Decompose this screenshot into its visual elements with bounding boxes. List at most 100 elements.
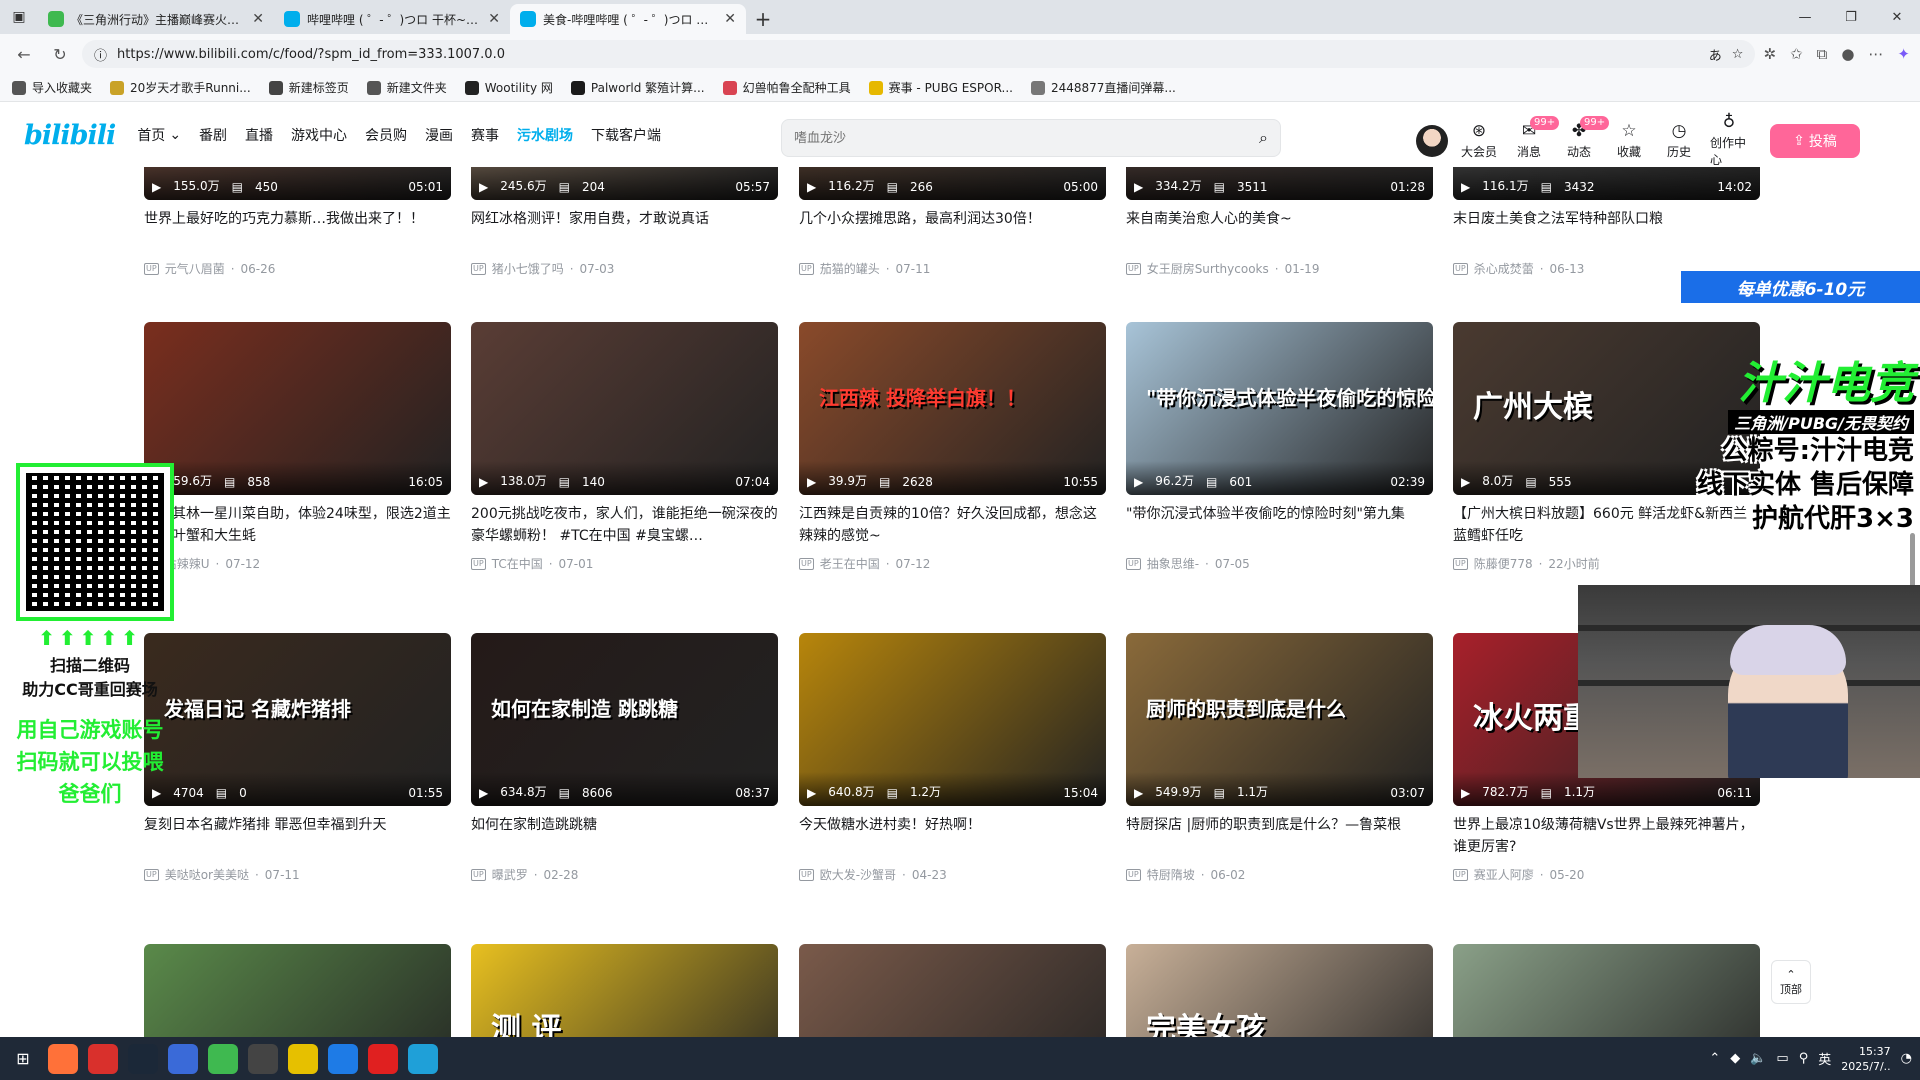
nav-item[interactable]: 污水剧场 <box>517 125 573 145</box>
uploader-name[interactable]: 猪小七饿了吗 <box>492 260 564 277</box>
video-card[interactable] <box>1453 944 1760 1037</box>
restore-icon[interactable]: ❐ <box>1828 0 1874 34</box>
bookmark-item[interactable]: 新建文件夹 <box>366 79 447 96</box>
video-thumbnail[interactable]: ▶ 155.0万 ▤ 450 05:01 <box>144 167 451 200</box>
video-thumbnail[interactable]: ▶ 245.6万 ▤ 204 05:57 <box>471 167 778 200</box>
uploader-name[interactable]: 杀心成焚蕾 <box>1474 260 1534 277</box>
read-aloud-icon[interactable]: あ <box>1709 45 1722 64</box>
video-thumbnail[interactable]: 发福日记 名藏炸猪排 ▶ 4704 ▤ 0 01:55 <box>144 633 451 806</box>
search-icon[interactable]: ⌕ <box>1259 128 1268 148</box>
video-card[interactable]: ▶ 116.1万 ▤ 3432 14:02 末日废土美食之法军特种部队口粮 UP 杀… <box>1453 167 1760 277</box>
uploader-name[interactable]: TC在中国 <box>492 555 543 572</box>
video-card[interactable]: 厨师的职责到底是什么 ▶ 549.9万 ▤ 1.1万 03:07 特厨探店 |厨师的… <box>1126 633 1433 883</box>
header-item-bulb[interactable]: ♁ 创作中心 <box>1710 113 1748 168</box>
tray-chevron-icon[interactable]: ⌃ <box>1709 1051 1720 1066</box>
browser-tab-1[interactable]: 哔哩哔哩 ( ゜- ゜)つロ 干杯~-bilibili ✕ <box>274 4 510 34</box>
bookmark-item[interactable]: 新建标签页 <box>268 79 349 96</box>
ime-indicator[interactable]: 英 <box>1818 1049 1831 1068</box>
video-thumbnail[interactable]: 厨师的职责到底是什么 ▶ 549.9万 ▤ 1.1万 03:07 <box>1126 633 1433 806</box>
url-field[interactable]: ⓘ https://www.bilibili.com/c/food/?spm_i… <box>82 40 1756 68</box>
video-card[interactable]: ▶59.6万 ▤858 16:05 元米其林一星川菜自助，体验24味型，限选2道… <box>144 322 451 572</box>
upload-button[interactable]: ⇪ 投稿 <box>1770 123 1860 158</box>
network-icon[interactable]: ▭ <box>1776 1051 1788 1066</box>
video-title[interactable]: 特厨探店 |厨师的职责到底是什么？—鲁菜根 <box>1126 814 1433 858</box>
video-thumbnail[interactable]: ▶ 640.8万 ▤ 1.2万 15:04 <box>799 633 1106 806</box>
bookmark-item[interactable]: 赛事 - PUBG ESPOR... <box>868 79 1013 96</box>
favorite-star-icon[interactable]: ☆ <box>1732 47 1744 62</box>
firefox-icon[interactable] <box>48 1043 78 1074</box>
video-card[interactable]: ▶ 138.0万 ▤ 140 07:04 200元挑战吃夜市，家人们，谁能拒绝一碗深… <box>471 322 778 572</box>
nav-item[interactable]: 赛事 <box>471 125 499 145</box>
header-item-history[interactable]: ◷ 历史 <box>1660 122 1698 160</box>
nav-item[interactable]: 漫画 <box>425 125 453 145</box>
video-title[interactable]: 江西辣是自贡辣的10倍？好久没回成都，想念这辣辣的感觉~ <box>799 503 1106 547</box>
bookmark-item[interactable]: 2448877直播间弹幕... <box>1030 79 1176 96</box>
edge-icon[interactable] <box>408 1043 438 1074</box>
video-title[interactable]: 末日废土美食之法军特种部队口粮 <box>1453 208 1760 252</box>
bookmark-item[interactable]: Wootility 网 <box>464 79 553 96</box>
mic-icon[interactable]: ⚲ <box>1799 1051 1809 1066</box>
video-thumbnail[interactable] <box>144 944 451 1037</box>
video-thumbnail[interactable]: "带你沉浸式体验半夜偷吃的惊险时刻" ▶ 96.2万 ▤ 601 02:39 <box>1126 322 1433 495</box>
nav-item[interactable]: 会员购 <box>365 125 407 145</box>
video-title[interactable]: 世界上最好吃的巧克力慕斯…我做出来了！！ <box>144 208 451 252</box>
video-thumbnail[interactable]: 完美女孩 <box>1126 944 1433 1037</box>
browser-tab-0[interactable]: 《三角洲行动》主播巅峰赛火热进行中 ✕ <box>38 4 274 34</box>
video-title[interactable]: 复刻日本名藏炸猪排 罪恶但幸福到升天 <box>144 814 451 858</box>
refresh-icon[interactable]: ↻ <box>46 40 74 68</box>
video-thumbnail[interactable]: ▶59.6万 ▤858 16:05 <box>144 322 451 495</box>
video-card[interactable]: 如何在家制造 跳跳糖 ▶ 634.8万 ▤ 8606 08:37 如何在家制造跳跳糖… <box>471 633 778 883</box>
nav-item[interactable]: 下载客户端 <box>591 125 661 145</box>
back-to-top-button[interactable]: ⌃ 顶部 <box>1771 960 1811 1004</box>
video-title[interactable]: 如何在家制造跳跳糖 <box>471 814 778 858</box>
nav-item[interactable]: 直播 <box>245 125 273 145</box>
tab-close-icon[interactable]: ✕ <box>724 11 736 27</box>
bookmark-item[interactable]: Palworld 繁殖计算... <box>570 79 705 96</box>
video-card[interactable]: ▶ 640.8万 ▤ 1.2万 15:04 今天做糖水进村卖！好热啊！ UP 欧大发… <box>799 633 1106 883</box>
tab-close-icon[interactable]: ✕ <box>252 11 264 27</box>
windows-start-icon[interactable]: ⊞ <box>8 1044 38 1074</box>
more-icon[interactable]: ⋯ <box>1868 45 1883 63</box>
video-card[interactable]: 江西辣 投降举白旗！！ ▶ 39.9万 ▤ 2628 10:55 江西辣是自贡辣的1… <box>799 322 1106 572</box>
video-card[interactable]: ▶ 245.6万 ▤ 204 05:57 网红冰格测评！家用自费，才敢说真话 UP … <box>471 167 778 277</box>
bilibili-logo[interactable]: bilibili <box>24 120 116 151</box>
obs-icon[interactable] <box>248 1043 278 1074</box>
delta-game-icon[interactable] <box>208 1043 238 1074</box>
video-card[interactable] <box>799 944 1106 1037</box>
video-card[interactable]: ▶ 155.0万 ▤ 450 05:01 世界上最好吃的巧克力慕斯…我做出来了！！ … <box>144 167 451 277</box>
video-card[interactable]: ▶ 334.2万 ▤ 3511 01:28 来自南美治愈人心的美食~ UP 女王厨房… <box>1126 167 1433 277</box>
video-thumbnail[interactable]: ▶ 116.2万 ▤ 266 05:00 <box>799 167 1106 200</box>
close-window-icon[interactable]: ✕ <box>1874 0 1920 34</box>
search-input[interactable] <box>794 130 1260 146</box>
video-card[interactable] <box>144 944 451 1037</box>
video-title[interactable]: 几个小众摆摊思路，最高利润达30倍！ <box>799 208 1106 252</box>
uploader-name[interactable]: 陈藤便778 <box>1474 555 1533 572</box>
minimize-icon[interactable]: — <box>1782 0 1828 34</box>
bookmark-item[interactable]: 导入收藏夹 <box>12 79 92 96</box>
video-title[interactable]: 世界上最凉10级薄荷糖Vs世界上最辣死神薯片，谁更厉害? <box>1453 814 1760 858</box>
nav-item[interactable]: 番剧 <box>199 125 227 145</box>
nav-item[interactable]: 首页 <box>137 125 165 145</box>
video-thumbnail[interactable]: ▶ 334.2万 ▤ 3511 01:28 <box>1126 167 1433 200</box>
new-tab-button[interactable]: + <box>746 4 780 34</box>
notification-icon[interactable]: ◔ <box>1901 1051 1912 1066</box>
uploader-name[interactable]: 茄猫的罐头 <box>820 260 880 277</box>
video-thumbnail[interactable]: ▶ 116.1万 ▤ 3432 14:02 <box>1453 167 1760 200</box>
header-item-star[interactable]: ☆ 收藏 <box>1610 122 1648 160</box>
tab-close-icon[interactable]: ✕ <box>488 11 500 27</box>
site-info-icon[interactable]: ⓘ <box>94 45 107 64</box>
collections-icon[interactable]: ⧉ <box>1817 45 1828 63</box>
tray-app-icon[interactable]: ◆ <box>1730 1051 1740 1066</box>
video-card[interactable]: 测 评 <box>471 944 778 1037</box>
browser-tab-2[interactable]: 美食-哔哩哔哩 ( ゜- ゜)つロ 干杯~ ✕ <box>510 4 746 34</box>
header-item-vip[interactable]: ⊛ 大会员 <box>1460 122 1498 160</box>
video-card[interactable]: 发福日记 名藏炸猪排 ▶ 4704 ▤ 0 01:55 复刻日本名藏炸猪排 罪恶但幸… <box>144 633 451 883</box>
uploader-name[interactable]: 赛亚人阿廖 <box>1474 866 1534 883</box>
favorites-icon[interactable]: ✩ <box>1790 45 1803 63</box>
video-title[interactable]: "带你沉浸式体验半夜偷吃的惊险时刻"第九集 <box>1126 503 1433 547</box>
video-title[interactable]: 今天做糖水进村卖！好热啊！ <box>799 814 1106 858</box>
chevron-down-icon[interactable]: ⌄ <box>169 127 181 143</box>
video-thumbnail[interactable] <box>1453 944 1760 1037</box>
bookmark-item[interactable]: 20岁天才歌手Runni... <box>110 79 251 96</box>
uploader-name[interactable]: 特厨隋坡 <box>1147 866 1195 883</box>
